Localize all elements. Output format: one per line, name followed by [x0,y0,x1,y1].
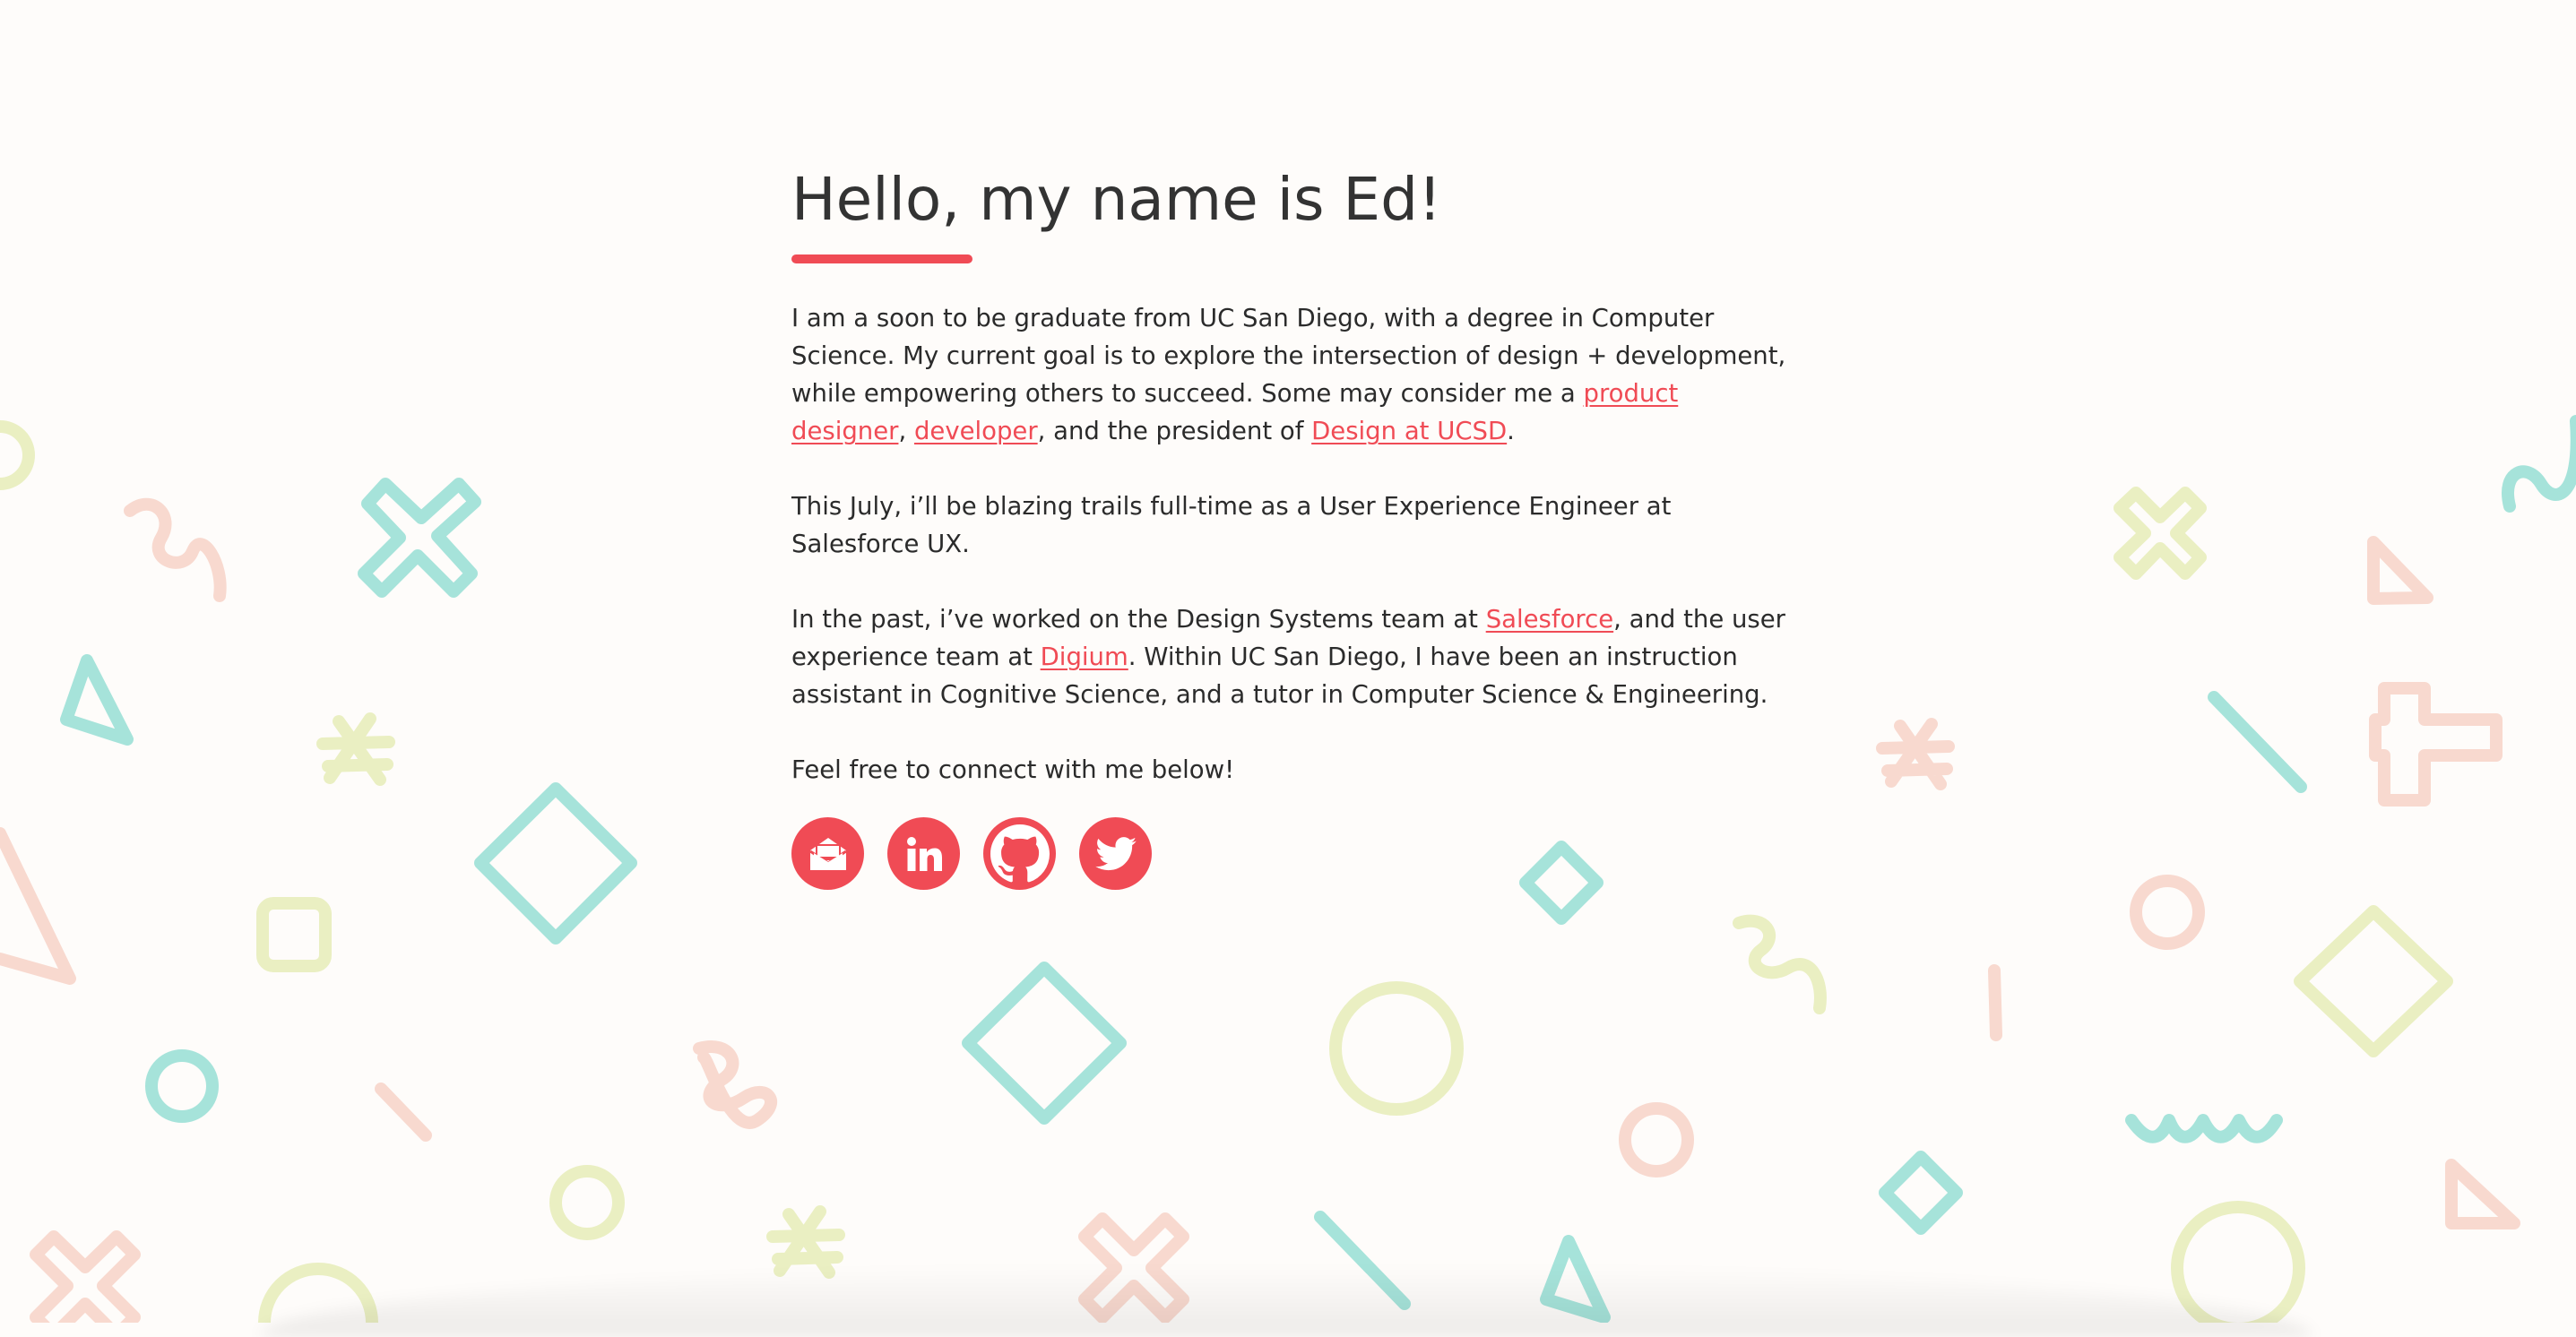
social-links [791,817,1795,890]
intro-section: Hello, my name is Ed! I am a soon to be … [791,157,1795,890]
email-icon [808,837,847,870]
intro-text-3: , and the president of [1037,417,1312,445]
connect-text: Feel free to connect with me below! [791,755,1235,784]
past-text-1: In the past, i’ve worked on the Design S… [791,605,1486,634]
design-at-ucsd-link[interactable]: Design at UCSD [1311,417,1507,445]
digium-link[interactable]: Digium [1041,643,1128,671]
intro-paragraph: I am a soon to be graduate from UC San D… [791,299,1795,450]
github-icon [990,824,1050,882]
salesforce-link[interactable]: Salesforce [1486,605,1613,634]
email-button[interactable] [791,817,864,890]
github-button[interactable] [983,817,1056,890]
intro-text-4: . [1507,417,1515,445]
intro-text-2: , [898,417,914,445]
linkedin-icon [906,836,942,871]
past-work-paragraph: In the past, i’ve worked on the Design S… [791,600,1795,713]
twitter-button[interactable] [1079,817,1152,890]
page-title: Hello, my name is Ed! [791,165,1442,234]
linkedin-button[interactable] [887,817,960,890]
twitter-icon [1094,836,1137,870]
salesforce-paragraph: This July, i’ll be blazing trails full-t… [791,487,1795,563]
connect-paragraph: Feel free to connect with me below! [791,751,1795,789]
title-underline [791,254,972,263]
salesforce-text: This July, i’ll be blazing trails full-t… [791,492,1672,558]
developer-link[interactable]: developer [914,417,1038,445]
